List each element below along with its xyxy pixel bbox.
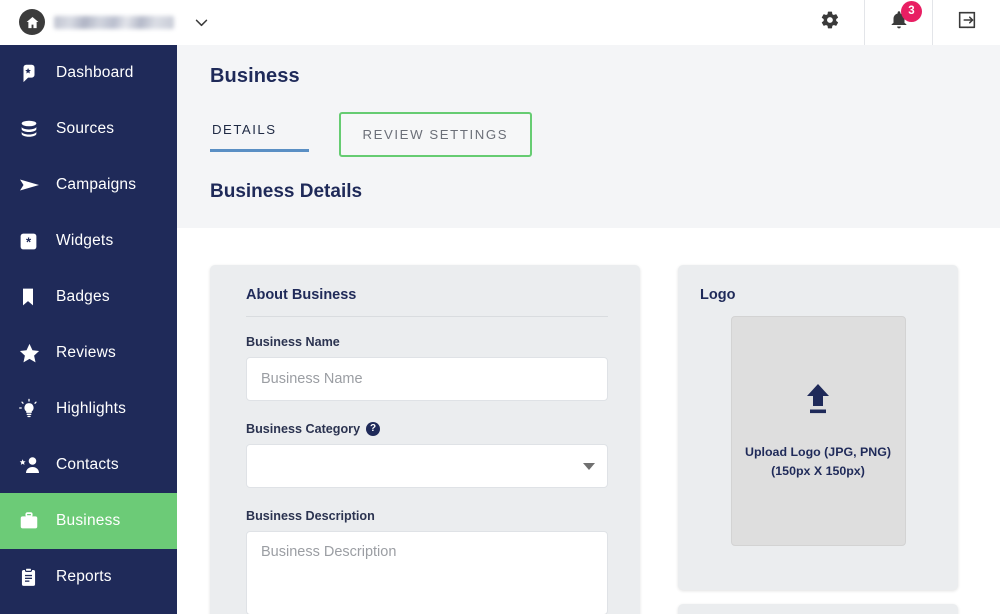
user-add-icon bbox=[16, 453, 56, 477]
bookmark-icon bbox=[16, 287, 56, 307]
business-name-label: Business Name bbox=[246, 335, 340, 349]
tab-bar: DETAILS REVIEW SETTINGS bbox=[210, 112, 1000, 157]
tab-details[interactable]: DETAILS bbox=[210, 112, 309, 152]
notifications-button[interactable]: 3 bbox=[864, 0, 932, 45]
sidebar-item-label: Sources bbox=[56, 120, 115, 137]
org-name bbox=[54, 15, 174, 29]
app-root: 3 Dashboard Sources Campaigns * Widgets … bbox=[0, 0, 1000, 614]
sidebar-item-campaigns[interactable]: Campaigns bbox=[0, 157, 177, 213]
sidebar-item-badges[interactable]: Badges bbox=[0, 269, 177, 325]
logo-upload-dropzone[interactable]: Upload Logo (JPG, PNG) (150px X 150px) bbox=[730, 316, 906, 546]
sidebar-item-dashboard[interactable]: Dashboard bbox=[0, 45, 177, 101]
business-category-select[interactable] bbox=[246, 444, 608, 488]
chevron-down-icon[interactable] bbox=[193, 14, 210, 31]
gear-icon bbox=[820, 10, 840, 35]
sidebar-item-label: Highlights bbox=[56, 400, 127, 417]
sidebar-item-reports[interactable]: Reports bbox=[0, 549, 177, 605]
logo-heading: Logo bbox=[700, 287, 736, 303]
sidebar-item-contacts[interactable]: Contacts bbox=[0, 437, 177, 493]
business-name-field: Business Name bbox=[246, 335, 608, 401]
star-icon bbox=[16, 342, 56, 365]
notification-count-badge: 3 bbox=[901, 0, 922, 22]
content-area: About Business Business Name Business Ca… bbox=[177, 228, 1000, 614]
svg-text:*: * bbox=[26, 234, 32, 249]
paper-plane-icon bbox=[16, 173, 56, 197]
sidebar-item-business[interactable]: Business bbox=[0, 493, 177, 549]
sidebar-item-label: Reviews bbox=[56, 344, 116, 361]
sidebar-item-label: Reports bbox=[56, 568, 112, 585]
business-category-value bbox=[246, 444, 608, 488]
sidebar-item-label: Widgets bbox=[56, 232, 114, 249]
sidebar-item-highlights[interactable]: Highlights bbox=[0, 381, 177, 437]
sidebar-item-sources[interactable]: Sources bbox=[0, 101, 177, 157]
widget-icon: * bbox=[16, 231, 56, 252]
upload-arrow-icon bbox=[802, 382, 834, 421]
clipboard-icon bbox=[16, 567, 56, 588]
sidebar-item-label: Badges bbox=[56, 288, 110, 305]
business-description-field: Business Description bbox=[246, 509, 608, 614]
business-description-input[interactable] bbox=[246, 531, 608, 614]
tab-review-settings[interactable]: REVIEW SETTINGS bbox=[338, 112, 533, 157]
business-description-label: Business Description bbox=[246, 509, 375, 523]
home-icon[interactable] bbox=[19, 9, 45, 35]
upload-logo-text: Upload Logo (JPG, PNG) (150px X 150px) bbox=[745, 443, 891, 481]
sidebar-item-label: Dashboard bbox=[56, 64, 134, 81]
help-circle-icon[interactable]: ? bbox=[366, 422, 381, 436]
section-title: Business Details bbox=[210, 181, 363, 202]
logout-icon bbox=[956, 9, 978, 36]
settings-button[interactable] bbox=[796, 0, 864, 45]
caret-down-icon bbox=[583, 463, 595, 470]
quote-star-icon bbox=[16, 62, 56, 84]
upload-logo-line2: (150px X 150px) bbox=[771, 463, 865, 478]
briefcase-icon bbox=[16, 510, 56, 532]
business-category-label: Business Category ? bbox=[246, 422, 608, 436]
about-business-card: About Business Business Name Business Ca… bbox=[210, 265, 640, 614]
topbar-actions: 3 bbox=[796, 0, 1000, 45]
sidebar-item-reviews[interactable]: Reviews bbox=[0, 325, 177, 381]
main-header: Business DETAILS REVIEW SETTINGS Busines… bbox=[177, 45, 1000, 228]
sidebar-item-label: Campaigns bbox=[56, 176, 137, 193]
database-icon bbox=[16, 118, 56, 140]
sidebar-item-label: Contacts bbox=[56, 456, 119, 473]
top-bar: 3 bbox=[0, 0, 1000, 45]
logout-button[interactable] bbox=[932, 0, 1000, 45]
sidebar: Dashboard Sources Campaigns * Widgets Ba… bbox=[0, 45, 177, 614]
logo-column: Logo Upload Logo (JPG, PNG) (150px X 150… bbox=[678, 265, 958, 614]
sidebar-item-label: Business bbox=[56, 512, 121, 529]
business-category-field: Business Category ? bbox=[246, 422, 608, 488]
business-category-label-text: Business Category bbox=[246, 422, 361, 436]
org-switcher[interactable] bbox=[0, 9, 210, 35]
page-title: Business bbox=[210, 65, 300, 87]
main-content: Business DETAILS REVIEW SETTINGS Busines… bbox=[177, 45, 1000, 614]
secondary-card bbox=[678, 604, 958, 614]
upload-logo-line1: Upload Logo (JPG, PNG) bbox=[745, 444, 891, 459]
lightbulb-icon bbox=[16, 398, 56, 420]
logo-card: Logo Upload Logo (JPG, PNG) (150px X 150… bbox=[678, 265, 958, 590]
about-business-heading: About Business bbox=[246, 287, 608, 317]
sidebar-item-widgets[interactable]: * Widgets bbox=[0, 213, 177, 269]
business-name-input[interactable] bbox=[246, 357, 608, 401]
